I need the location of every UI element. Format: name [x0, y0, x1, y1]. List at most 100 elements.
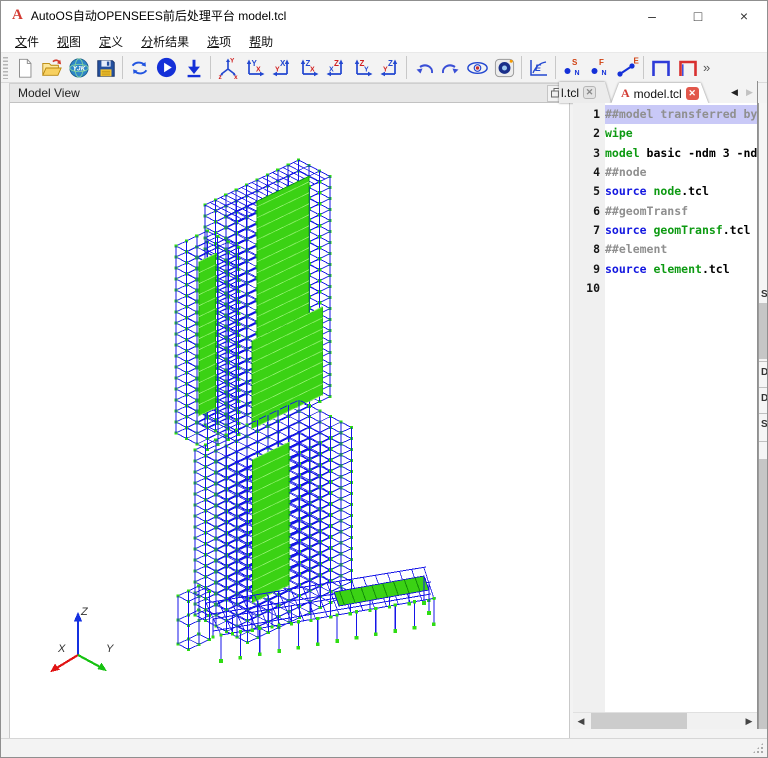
- view-xz-button[interactable]: ZX: [322, 55, 349, 81]
- window-controls: – □ ×: [629, 1, 767, 30]
- menu-analysis-results[interactable]: 分析结果: [132, 31, 198, 52]
- view-yz-button[interactable]: ZY: [376, 55, 403, 81]
- clipped-label[interactable]: D: [761, 393, 767, 404]
- svg-text:Y: Y: [364, 66, 369, 73]
- code-line[interactable]: source geomTransf.tcl: [605, 221, 757, 240]
- run-analysis-button[interactable]: [153, 55, 180, 81]
- code-text[interactable]: ##model transferred by wipe model basic -n…: [605, 103, 757, 713]
- new-file-button[interactable]: [11, 55, 38, 81]
- view-zx-button[interactable]: ZX: [295, 55, 322, 81]
- menu-bar: 文件 视图 定义 分析结果 选项 帮助: [1, 30, 767, 53]
- toolbar-separator: [122, 56, 123, 79]
- frame-red-button[interactable]: [674, 55, 701, 81]
- view-yx-button[interactable]: YX: [241, 55, 268, 81]
- scrollbar-thumb[interactable]: [591, 713, 687, 729]
- toolbar-separator: [555, 56, 556, 79]
- tab-close-icon[interactable]: ✕: [686, 87, 699, 100]
- open-file-button[interactable]: [38, 55, 65, 81]
- new-file-icon: [18, 58, 31, 78]
- redo-arrow-icon: [441, 63, 458, 73]
- svg-text:X: X: [256, 66, 261, 73]
- view-xy-button[interactable]: XY: [268, 55, 295, 81]
- redo-button[interactable]: [437, 55, 464, 81]
- minimize-button[interactable]: –: [629, 1, 675, 30]
- clipped-side-panel: S D D S: [758, 103, 767, 729]
- resize-grip[interactable]: [752, 742, 764, 754]
- tab-ltcl[interactable]: l.tcl ✕: [559, 82, 611, 103]
- save-button[interactable]: [92, 55, 119, 81]
- undo-arrow-icon: [416, 63, 433, 73]
- download-icon: [187, 59, 200, 77]
- show-view-button[interactable]: [464, 55, 491, 81]
- scroll-right-icon[interactable]: ▶: [741, 713, 757, 729]
- code-line[interactable]: ##element: [605, 240, 757, 259]
- menu-help[interactable]: 帮助: [240, 31, 282, 52]
- editor-horizontal-scrollbar[interactable]: ◀ ▶: [573, 712, 757, 729]
- view-axis-icon: ZX: [326, 59, 343, 76]
- toolbar-grip[interactable]: [3, 56, 8, 79]
- close-button[interactable]: ×: [721, 1, 767, 30]
- code-line[interactable]: source node.tcl: [605, 182, 757, 201]
- tab-scroll-right-icon[interactable]: ▶: [743, 84, 756, 100]
- code-editor[interactable]: 1 2 3 4 5 6 7 8 9 10 ##model transferred by wipe mo…: [573, 103, 757, 713]
- toolbar-separator: [643, 56, 644, 79]
- sync-model-button[interactable]: [126, 55, 153, 81]
- undo-button[interactable]: [410, 55, 437, 81]
- scroll-left-icon[interactable]: ◀: [573, 713, 589, 729]
- svg-text:N: N: [602, 70, 607, 77]
- code-line[interactable]: source element.tcl: [605, 260, 757, 279]
- tab-close-icon[interactable]: ✕: [583, 86, 596, 99]
- portal-frame-red-icon: [678, 60, 697, 76]
- menu-file[interactable]: 文件: [6, 31, 48, 52]
- status-bar: [1, 738, 767, 757]
- line-number-gutter: 1 2 3 4 5 6 7 8 9 10: [573, 103, 605, 713]
- eye-icon: [467, 61, 488, 74]
- code-line[interactable]: wipe: [605, 124, 757, 143]
- tab-scroll-left-icon[interactable]: ◀: [728, 84, 741, 100]
- axes-3d-button[interactable]: Yzx: [214, 55, 241, 81]
- tab-file-icon: A: [621, 86, 630, 100]
- toolbar-separator: [210, 56, 211, 79]
- clipped-label[interactable]: D: [761, 367, 767, 378]
- model-view-header: Model View: [9, 83, 570, 103]
- code-line[interactable]: ##node: [605, 163, 757, 182]
- svg-text:Z: Z: [80, 606, 89, 618]
- element-marker-button[interactable]: E: [613, 55, 640, 81]
- window-title: AutoOS自动OPENSEES前后处理平台 model.tcl: [30, 9, 287, 23]
- download-results-button[interactable]: [180, 55, 207, 81]
- frame-blue-button[interactable]: [647, 55, 674, 81]
- app-logo-icon: A: [12, 7, 23, 23]
- code-line[interactable]: [605, 279, 757, 298]
- axes-3d-icon: Yz x: [218, 57, 238, 80]
- save-floppy-icon: [96, 59, 115, 77]
- code-line[interactable]: ##model transferred by: [605, 105, 757, 125]
- node-start-marker-button[interactable]: SN: [559, 55, 586, 81]
- svg-text:S: S: [572, 58, 578, 67]
- node-force-marker-button[interactable]: FN: [586, 55, 613, 81]
- svg-text:YJK: YJK: [72, 65, 86, 72]
- menu-options[interactable]: 选项: [198, 31, 240, 52]
- view-axis-icon: ZX: [300, 59, 318, 76]
- clipped-label[interactable]: S: [761, 289, 767, 300]
- structural-model-wireframe: Z X Y: [50, 158, 437, 673]
- clipped-label[interactable]: S: [761, 419, 767, 430]
- svg-text:X: X: [280, 59, 286, 68]
- toolbar-overflow-button[interactable]: »: [703, 60, 710, 75]
- model-viewport[interactable]: Z X Y: [9, 103, 570, 739]
- menu-define[interactable]: 定义: [90, 31, 132, 52]
- result-curve-button[interactable]: E: [525, 55, 552, 81]
- menu-view[interactable]: 视图: [48, 31, 90, 52]
- maximize-button[interactable]: □: [675, 1, 721, 30]
- model-view-title: Model View: [18, 86, 80, 100]
- tab-scroll-buttons: ◀ ▶: [726, 84, 756, 100]
- view-axis-icon: ZY: [380, 59, 397, 76]
- code-line[interactable]: ##geomTransf: [605, 202, 757, 221]
- svg-text:X: X: [310, 66, 315, 73]
- svg-text:E: E: [535, 63, 542, 73]
- tab-modeltcl[interactable]: A model.tcl ✕: [611, 83, 709, 104]
- view-zy-button[interactable]: ZY: [349, 55, 376, 81]
- snapshot-button[interactable]: [491, 55, 518, 81]
- code-line[interactable]: model basic -ndm 3 -nd: [605, 144, 757, 163]
- result-curve-icon: E: [529, 59, 547, 76]
- yjk-import-button[interactable]: YJK: [65, 55, 92, 81]
